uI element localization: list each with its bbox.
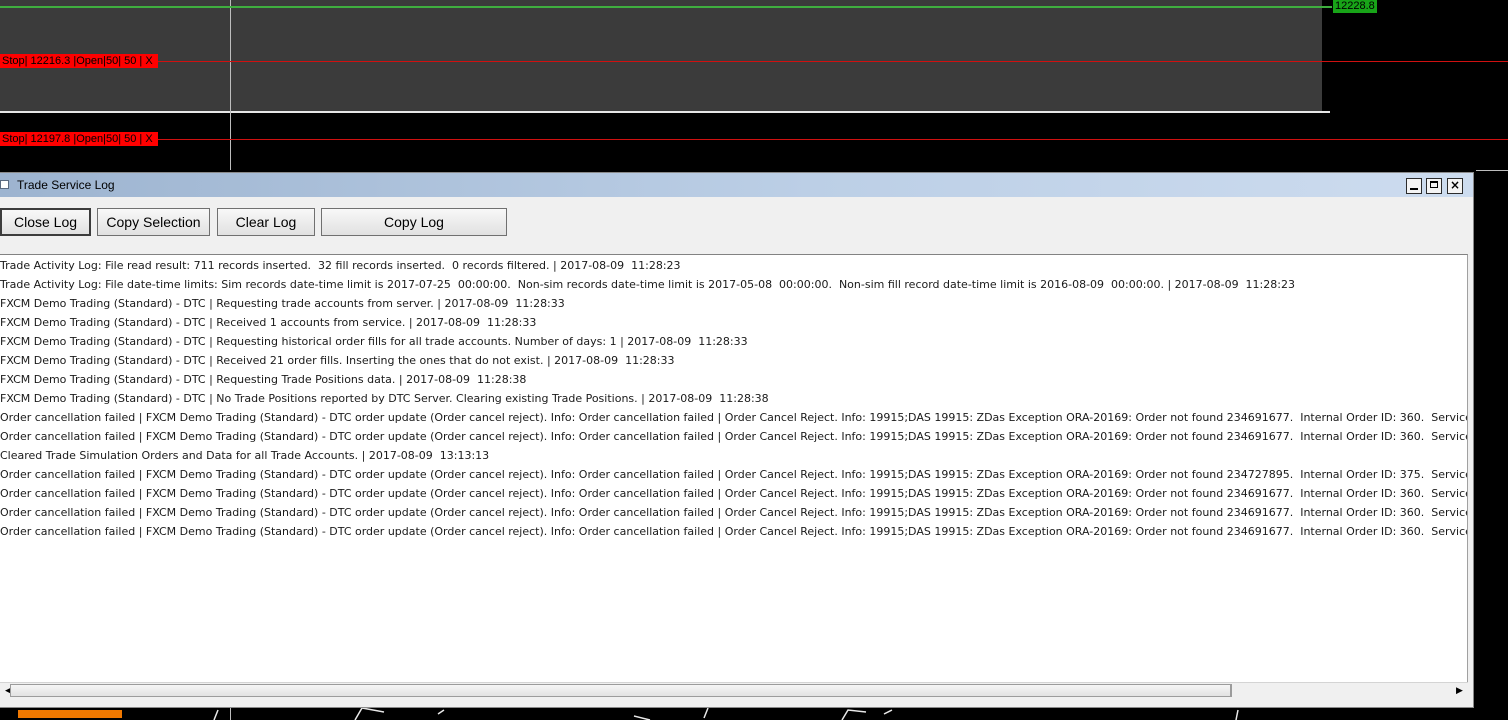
window-title-bar[interactable]: Trade Service Log × [0,173,1473,197]
close-icon: × [1449,178,1461,192]
price-level-line [0,6,1332,8]
stop-order-line[interactable] [0,139,1508,140]
log-line[interactable]: FXCM Demo Trading (Standard) - DTC | Rec… [0,313,1467,332]
horizontal-scrollbar[interactable]: ◀ ▶ [0,682,1468,699]
chart-white-hline [0,111,1330,113]
log-toolbar: Close Log Copy Selection Clear Log Copy … [0,197,1470,253]
log-line[interactable]: FXCM Demo Trading (Standard) - DTC | Req… [0,370,1467,389]
scroll-right-arrow-icon[interactable]: ▶ [1451,683,1468,699]
log-line[interactable]: Order cancellation failed | FXCM Demo Tr… [0,427,1467,446]
minimize-icon [1410,188,1418,190]
copy-log-button[interactable]: Copy Log [321,208,507,236]
stop-order-tag[interactable]: Stop| 12216.3 |Open|50| 50 | X [0,54,158,68]
log-line[interactable]: FXCM Demo Trading (Standard) - DTC | Rec… [0,351,1467,370]
log-line[interactable]: Order cancellation failed | FXCM Demo Tr… [0,484,1467,503]
chart-right-line [1476,170,1508,171]
log-line[interactable]: Trade Activity Log: File read result: 71… [0,256,1467,275]
log-line[interactable]: Order cancellation failed | FXCM Demo Tr… [0,503,1467,522]
log-line[interactable]: FXCM Demo Trading (Standard) - DTC | Req… [0,294,1467,313]
crosshair-vertical-line [230,0,231,170]
scrollbar-thumb[interactable] [10,684,1231,697]
trade-service-log-window[interactable]: Trade Service Log × Close Log Copy Selec… [0,172,1474,708]
minimize-button[interactable] [1406,178,1422,194]
stop-order-line[interactable] [0,61,1508,62]
close-log-button[interactable]: Close Log [0,208,91,236]
log-line[interactable]: Trade Activity Log: File date-time limit… [0,275,1467,294]
stop-order-tag[interactable]: Stop| 12197.8 |Open|50| 50 | X [0,132,158,146]
log-line[interactable]: Order cancellation failed | FXCM Demo Tr… [0,408,1467,427]
maximize-button[interactable] [1426,178,1442,194]
log-text-area[interactable]: Trade Activity Log: File read result: 71… [0,254,1468,682]
log-line[interactable]: Cleared Trade Simulation Orders and Data… [0,446,1467,465]
copy-selection-button[interactable]: Copy Selection [97,208,210,236]
close-window-button[interactable]: × [1447,178,1463,194]
scrollbar-thumb-edge [1231,684,1232,697]
log-line[interactable]: Order cancellation failed | FXCM Demo Tr… [0,522,1467,541]
log-line[interactable]: FXCM Demo Trading (Standard) - DTC | No … [0,389,1467,408]
price-level-label: 12228.8 [1333,0,1377,13]
window-app-icon [0,180,9,189]
window-title: Trade Service Log [17,178,115,192]
log-line[interactable]: FXCM Demo Trading (Standard) - DTC | Req… [0,332,1467,351]
clear-log-button[interactable]: Clear Log [217,208,315,236]
log-line[interactable]: Order cancellation failed | FXCM Demo Tr… [0,465,1467,484]
chart-shaded-zone [0,0,1322,111]
maximize-icon [1430,181,1438,188]
